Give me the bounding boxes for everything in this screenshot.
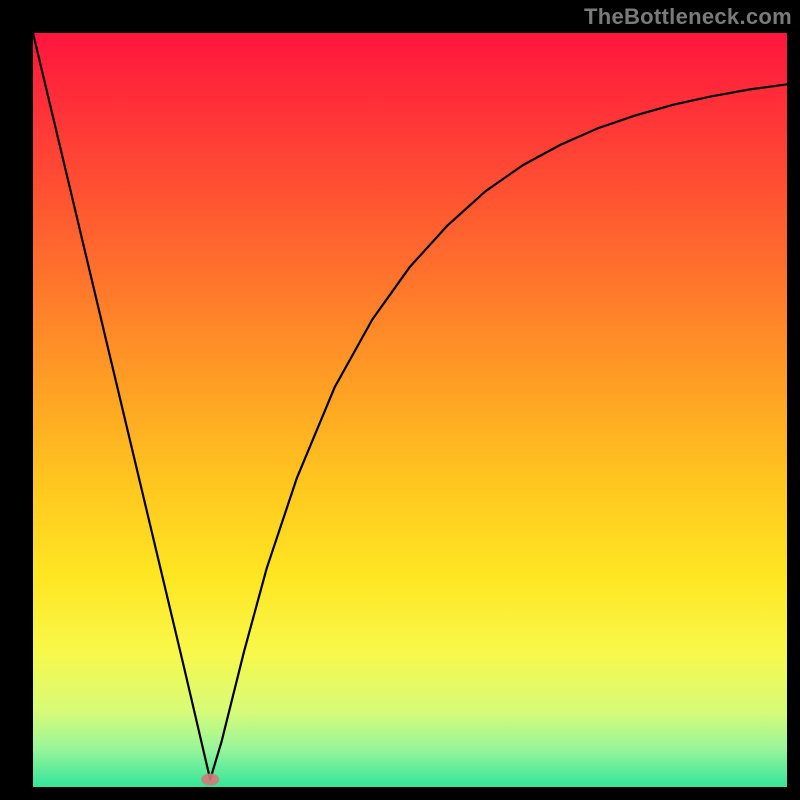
plot-area-background (33, 33, 787, 787)
chart-frame: TheBottleneck.com (0, 0, 800, 800)
bottleneck-plot (0, 0, 800, 800)
attribution-label: TheBottleneck.com (584, 4, 792, 30)
valley-marker (201, 774, 219, 786)
